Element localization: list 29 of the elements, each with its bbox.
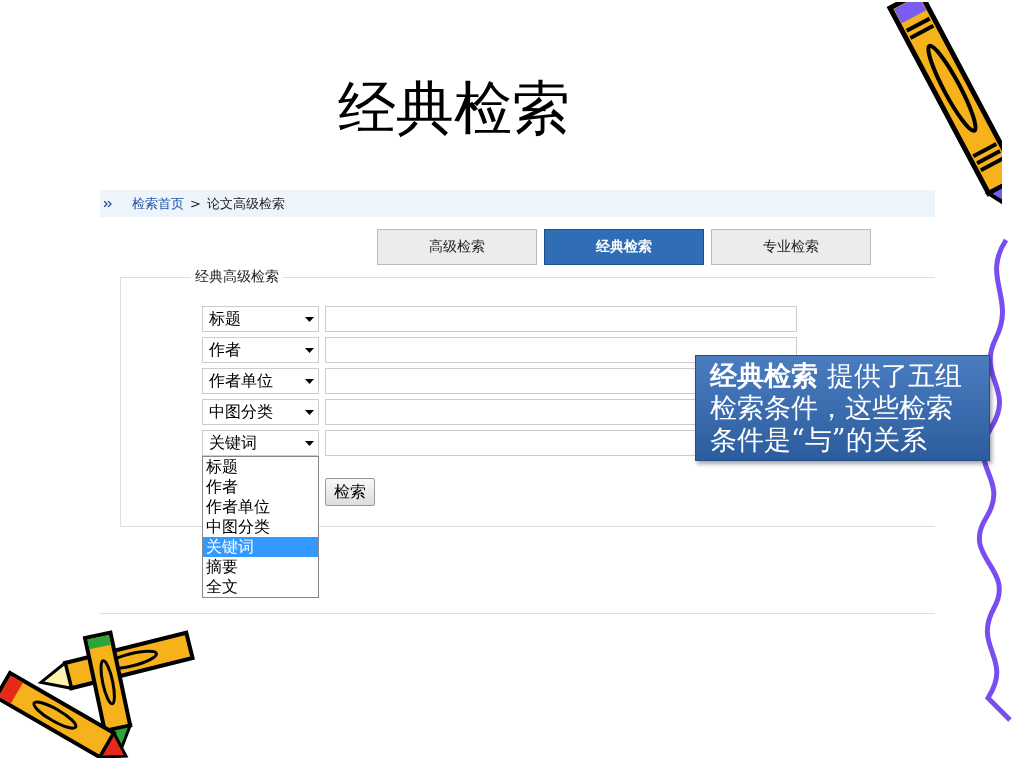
dropdown-option[interactable]: 标题 [203, 457, 318, 477]
search-button[interactable]: 检索 [325, 478, 375, 506]
dropdown-option[interactable]: 中图分类 [203, 517, 318, 537]
breadcrumb-link[interactable]: 检索首页 [132, 194, 184, 213]
dropdown-option[interactable]: 全文 [203, 577, 318, 597]
search-tab[interactable]: 专业检索 [711, 229, 871, 265]
slide-title: 经典检索 [337, 73, 570, 144]
double-chevron-icon [104, 200, 112, 207]
search-input-field[interactable] [325, 337, 797, 363]
field-select[interactable]: 标题 [202, 306, 319, 332]
caret-icon [305, 440, 314, 446]
callout-tooltip: 经典检索 提供了五组检索条件，这些检索条件是“与”的关系 [695, 355, 990, 461]
dropdown-option[interactable]: 作者 [203, 477, 318, 497]
caret-icon [305, 347, 314, 353]
dropdown-option[interactable]: 作者单位 [203, 497, 318, 517]
field-select[interactable]: 作者单位 [202, 368, 319, 394]
breadcrumb-separator: > [190, 196, 201, 211]
breadcrumb-current: 论文高级检索 [206, 194, 285, 213]
field-select[interactable]: 中图分类 [202, 399, 319, 425]
field-select[interactable]: 关键词 [202, 430, 319, 456]
search-tab[interactable]: 经典检索 [544, 229, 704, 265]
caret-icon [305, 316, 314, 322]
caret-icon [305, 409, 314, 415]
form-legend: 经典高级检索 [191, 268, 283, 286]
caret-icon [305, 378, 314, 384]
search-tab[interactable]: 高级检索 [377, 229, 537, 265]
field-select[interactable]: 作者 [202, 337, 319, 363]
search-input-field[interactable] [325, 306, 797, 332]
dropdown-option[interactable]: 摘要 [203, 557, 318, 577]
